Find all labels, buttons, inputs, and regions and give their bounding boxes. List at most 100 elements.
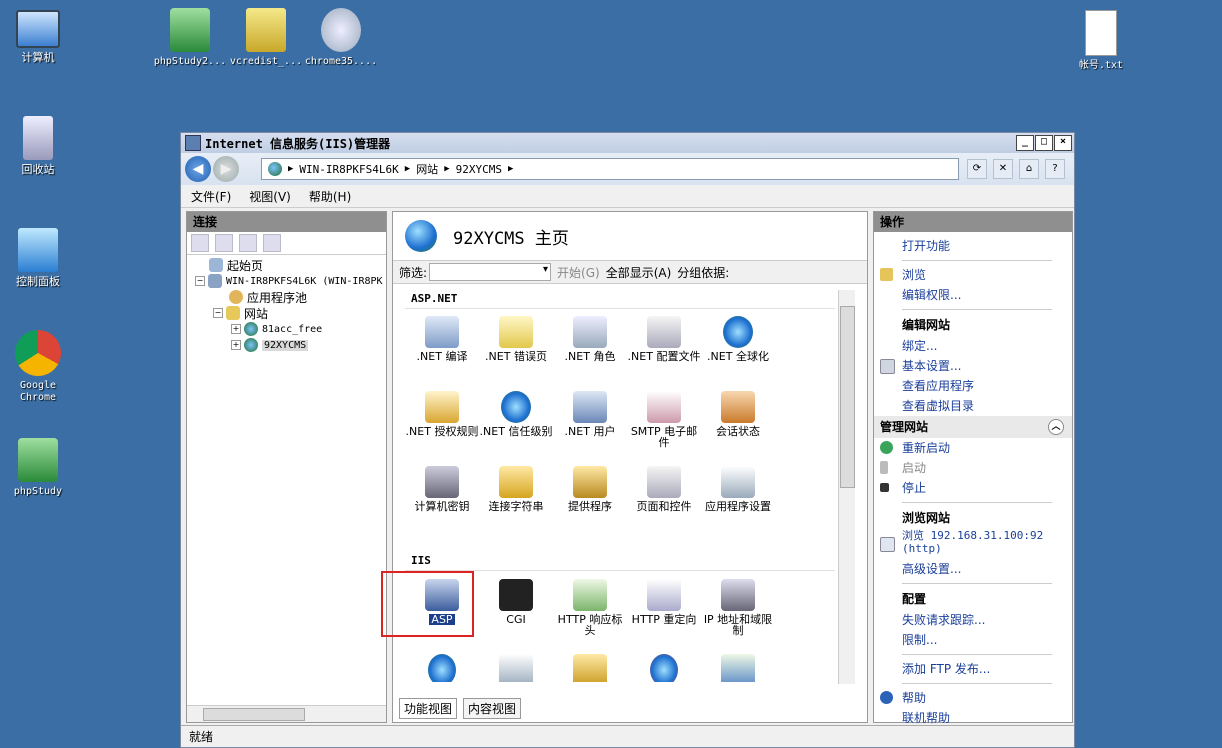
forward-button[interactable]: ▶ bbox=[213, 156, 239, 182]
feature-net-users[interactable]: .NET 用户 bbox=[553, 391, 627, 437]
feature-net-compile[interactable]: .NET 编译 bbox=[405, 316, 479, 362]
action-limits[interactable]: 限制... bbox=[874, 630, 1072, 650]
filter-input[interactable] bbox=[429, 263, 552, 281]
menu-help[interactable]: 帮助(H) bbox=[309, 188, 351, 205]
group-by-label[interactable]: 分组依据: bbox=[677, 264, 729, 281]
collapse-icon[interactable]: − bbox=[213, 308, 223, 318]
action-bindings[interactable]: 绑定... bbox=[874, 336, 1072, 356]
desktop-icon-phpstudy2[interactable]: phpStudy2... bbox=[150, 8, 230, 68]
title-bar[interactable]: Internet 信息服务(IIS)管理器 _ □ × bbox=[181, 133, 1074, 153]
tree-item-start-page[interactable]: 起始页 bbox=[209, 257, 263, 273]
feature-partial-4[interactable] bbox=[627, 654, 701, 682]
feature-connection-strings[interactable]: 连接字符串 bbox=[479, 466, 553, 512]
disconnect-icon[interactable] bbox=[263, 234, 281, 252]
connect-icon[interactable] bbox=[191, 234, 209, 252]
feature-net-profile[interactable]: .NET 配置文件 bbox=[627, 316, 701, 362]
stop-icon[interactable]: ✕ bbox=[993, 159, 1013, 179]
tree-item-site-81acc[interactable]: + 81acc_free bbox=[231, 321, 322, 337]
breadcrumb-arrow-icon: ▶ bbox=[444, 164, 450, 174]
scrollbar-thumb[interactable] bbox=[840, 306, 855, 488]
action-view-applications[interactable]: 查看应用程序 bbox=[874, 376, 1072, 396]
feature-pages-controls[interactable]: 页面和控件 bbox=[627, 466, 701, 512]
desktop-icon-chrome-installer[interactable]: chrome35.... bbox=[301, 8, 381, 68]
desktop-icon-computer[interactable]: 计算机 bbox=[0, 10, 78, 64]
tree-item-server[interactable]: − WIN-IR8PKFS4L6K (WIN-IR8PK bbox=[195, 273, 383, 289]
action-restart[interactable]: 重新启动 bbox=[874, 438, 1072, 458]
action-view-virtual-dirs[interactable]: 查看虚拟目录 bbox=[874, 396, 1072, 416]
feature-label: .NET 编译 bbox=[416, 350, 468, 363]
feature-partial-1[interactable] bbox=[405, 654, 479, 682]
expand-icon[interactable]: + bbox=[231, 324, 241, 334]
desktop-icon-phpstudy[interactable]: phpStudy bbox=[0, 438, 78, 498]
show-all-button[interactable]: 全部显示(A) bbox=[606, 264, 672, 281]
close-button[interactable]: × bbox=[1054, 135, 1072, 151]
phpstudy-installer-icon bbox=[170, 8, 210, 52]
tree-item-site-92xycms[interactable]: + 92XYCMS bbox=[231, 337, 309, 353]
desktop-icon-control-panel[interactable]: 控制面板 bbox=[0, 228, 78, 288]
feature-partial-5[interactable] bbox=[701, 654, 775, 682]
feature-app-settings[interactable]: 应用程序设置 bbox=[701, 466, 775, 512]
menu-view[interactable]: 视图(V) bbox=[249, 188, 291, 205]
tree-item-app-pools[interactable]: 应用程序池 bbox=[229, 289, 307, 305]
address-breadcrumb[interactable]: ▶ WIN-IR8PKFS4L6K ▶ 网站 ▶ 92XYCMS ▶ bbox=[261, 158, 959, 180]
feature-net-authorization[interactable]: .NET 授权规则 bbox=[405, 391, 479, 437]
feature-partial-3[interactable] bbox=[553, 654, 627, 682]
horizontal-scrollbar[interactable] bbox=[187, 705, 386, 722]
action-start[interactable]: 启动 bbox=[874, 458, 1072, 478]
action-edit-permissions[interactable]: 编辑权限... bbox=[874, 285, 1072, 305]
feature-cgi[interactable]: CGI bbox=[479, 579, 553, 625]
tree-item-sites[interactable]: − 网站 bbox=[213, 305, 268, 321]
desktop-icon-account-txt[interactable]: 帐号.txt bbox=[1061, 10, 1141, 72]
feature-session-state[interactable]: 会话状态 bbox=[701, 391, 775, 437]
action-basic-settings[interactable]: 基本设置... bbox=[874, 356, 1072, 376]
desktop-icon-label: chrome35.... bbox=[304, 56, 378, 67]
save-icon[interactable] bbox=[215, 234, 233, 252]
tab-features-view[interactable]: 功能视图 bbox=[399, 698, 458, 719]
filter-start-button[interactable]: 开始(G) bbox=[557, 264, 600, 281]
breadcrumb-site[interactable]: 92XYCMS bbox=[456, 163, 502, 176]
minimize-button[interactable]: _ bbox=[1016, 135, 1034, 151]
maximize-button[interactable]: □ bbox=[1035, 135, 1053, 151]
action-add-ftp-publishing[interactable]: 添加 FTP 发布... bbox=[874, 659, 1072, 679]
collapse-icon[interactable]: − bbox=[195, 276, 205, 286]
desktop-icon-vcredist[interactable]: vcredist_... bbox=[226, 8, 306, 68]
action-advanced-settings[interactable]: 高级设置... bbox=[874, 559, 1072, 579]
redirect-icon bbox=[647, 579, 681, 611]
collapse-chevron-icon[interactable]: ︿ bbox=[1048, 419, 1064, 435]
mime-types-icon bbox=[499, 654, 533, 682]
breadcrumb-sites[interactable]: 网站 bbox=[416, 161, 438, 177]
refresh-icon[interactable]: ⟳ bbox=[967, 159, 987, 179]
manage-site-header[interactable]: 管理网站 ︿ bbox=[874, 416, 1072, 438]
action-browse-url[interactable]: 浏览 192.168.31.100:92 (http) bbox=[874, 529, 1072, 559]
back-button[interactable]: ◀ bbox=[185, 156, 211, 182]
scrollbar-thumb[interactable] bbox=[203, 708, 305, 721]
desktop-icon-recycle-bin[interactable]: 回收站 bbox=[0, 116, 78, 176]
tab-content-view[interactable]: 内容视图 bbox=[463, 698, 522, 719]
feature-net-trust-levels[interactable]: .NET 信任级别 bbox=[479, 391, 553, 437]
feature-net-globalization[interactable]: .NET 全球化 bbox=[701, 316, 775, 362]
up-folder-icon[interactable] bbox=[239, 234, 257, 252]
vertical-scrollbar[interactable] bbox=[838, 290, 855, 684]
actions-pane: 操作 打开功能 浏览 编辑权限... 编辑网站 绑定... 基本设置... 查看… bbox=[873, 211, 1073, 725]
feature-machine-key[interactable]: 计算机密钥 bbox=[405, 466, 479, 512]
action-failed-request-tracing[interactable]: 失败请求跟踪... bbox=[874, 610, 1072, 630]
action-stop[interactable]: 停止 bbox=[874, 478, 1072, 498]
feature-partial-2[interactable] bbox=[479, 654, 553, 682]
action-help[interactable]: 帮助 bbox=[874, 688, 1072, 708]
expand-icon[interactable]: + bbox=[231, 340, 241, 350]
globe-icon bbox=[268, 162, 282, 176]
help-dropdown-icon[interactable]: ? bbox=[1045, 159, 1065, 179]
feature-http-redirect[interactable]: HTTP 重定向 bbox=[627, 579, 701, 625]
breadcrumb-server[interactable]: WIN-IR8PKFS4L6K bbox=[299, 163, 398, 176]
feature-ip-domain-restrictions[interactable]: IP 地址和域限制 bbox=[701, 579, 775, 636]
action-explore[interactable]: 浏览 bbox=[874, 265, 1072, 285]
desktop-icon-google-chrome[interactable]: Google Chrome bbox=[0, 330, 78, 404]
feature-net-error-pages[interactable]: .NET 错误页 bbox=[479, 316, 553, 362]
feature-net-roles[interactable]: .NET 角色 bbox=[553, 316, 627, 362]
feature-providers[interactable]: 提供程序 bbox=[553, 466, 627, 512]
home-icon[interactable]: ⌂ bbox=[1019, 159, 1039, 179]
action-open-feature[interactable]: 打开功能 bbox=[874, 236, 1072, 256]
menu-file[interactable]: 文件(F) bbox=[191, 188, 231, 205]
feature-http-response-headers[interactable]: HTTP 响应标头 bbox=[553, 579, 627, 636]
feature-smtp-email[interactable]: SMTP 电子邮件 bbox=[627, 391, 701, 448]
